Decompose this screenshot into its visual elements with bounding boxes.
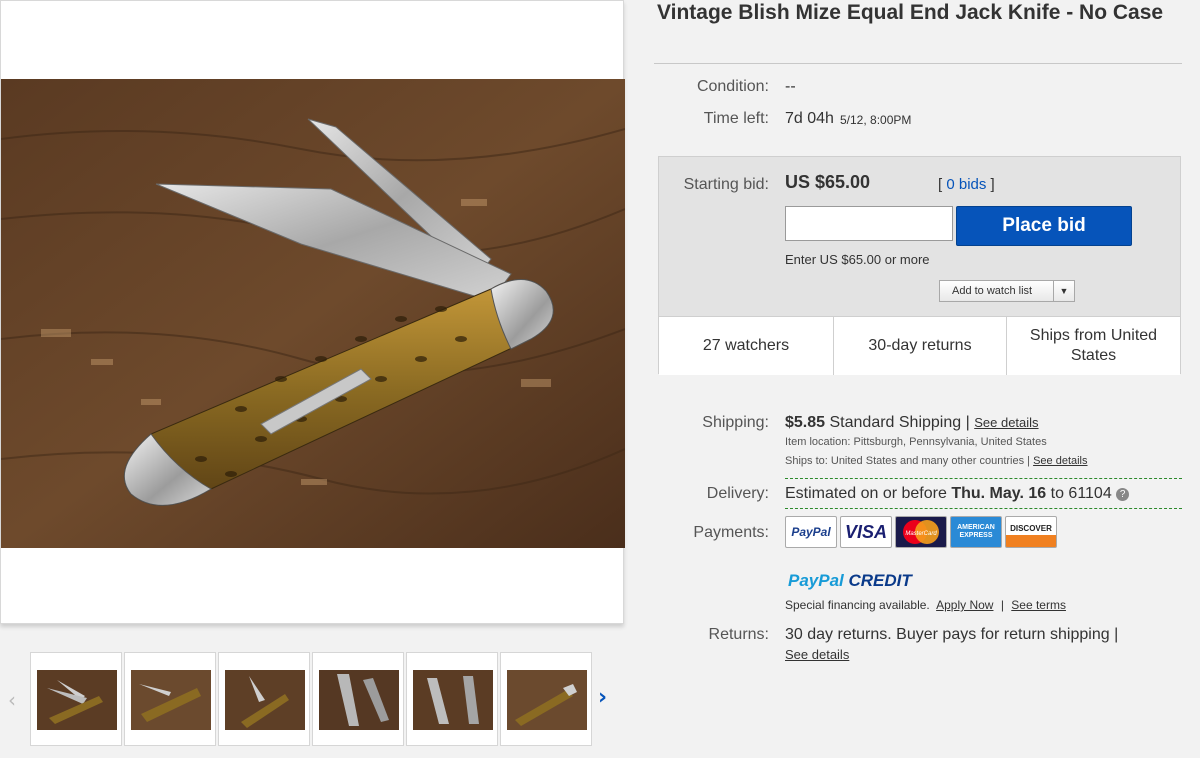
triangle-down-icon[interactable]: ▼	[1053, 281, 1074, 301]
thumbnail-image	[507, 670, 587, 730]
item-location-value: Pittsburgh, Pennsylvania, United States	[853, 436, 1047, 448]
delivery-bottom-rule	[785, 508, 1182, 509]
title-divider	[654, 63, 1182, 64]
visa-logo-text: VISA	[844, 521, 887, 542]
shipping-see-details-link[interactable]: See details	[974, 415, 1038, 430]
watchers-stat: 27 watchers	[659, 317, 834, 375]
returns-see-details-link[interactable]: See details	[785, 647, 849, 662]
delivery-text: Estimated on or before	[785, 485, 947, 502]
returns-text: 30 day returns. Buyer pays for return sh…	[785, 626, 1119, 643]
chevron-right-icon[interactable]: ›	[598, 685, 607, 710]
ships-from-stat: Ships from United States	[1029, 327, 1158, 364]
listing-title: Vintage Blish Mize Equal End Jack Knife …	[657, 1, 1164, 24]
chevron-left-icon[interactable]: ‹	[8, 688, 16, 712]
financing-text: Special financing available.	[785, 598, 930, 612]
starting-bid-label: Starting bid:	[683, 176, 769, 193]
thumbnail-image	[37, 670, 117, 730]
shipping-method: Standard Shipping |	[829, 414, 970, 431]
mastercard-circles: MasterCard	[903, 520, 939, 544]
thumbnail[interactable]	[30, 652, 122, 746]
discover-logo: DISCOVER	[1005, 516, 1057, 548]
discover-logo-text: DISCOVER	[1010, 523, 1052, 533]
delivery-label: Delivery:	[706, 485, 769, 502]
end-time: 5/12, 8:00PM	[840, 113, 912, 127]
shipping-cost: $5.85	[785, 414, 826, 431]
returns-stat: 30-day returns	[834, 317, 1007, 375]
bids-open-bracket: [	[938, 176, 943, 193]
shipping-line: $5.85 Standard Shipping | See details	[785, 414, 1039, 432]
see-terms-link[interactable]: See terms	[1011, 598, 1066, 612]
question-circle-icon[interactable]: ?	[1116, 488, 1130, 501]
shipping-label: Shipping:	[702, 414, 769, 431]
thumbnail[interactable]	[500, 652, 592, 746]
financing-separator: |	[1000, 598, 1004, 612]
bids-link[interactable]: 0 bids	[946, 176, 986, 193]
thumbnail-strip: ‹ ›	[0, 652, 624, 750]
item-location-label: Item location:	[785, 436, 851, 448]
ships-to-value: United States and many other countries |	[830, 455, 1031, 467]
delivery-zip: to 61104	[1050, 485, 1112, 502]
condition-value: --	[785, 78, 796, 95]
apply-now-link[interactable]: Apply Now	[936, 598, 993, 612]
thumbnail[interactable]	[312, 652, 404, 746]
bids-count: [ 0 bids ]	[938, 176, 995, 193]
bids-close-bracket: ]	[990, 176, 995, 193]
visa-logo: VISA	[840, 516, 892, 548]
payments-label: Payments:	[693, 524, 769, 541]
thumbnail-image	[225, 670, 305, 730]
paypal-credit-word: CREDIT	[848, 571, 912, 590]
delivery-top-rule	[785, 478, 1182, 479]
amex-logo-text: AMERICAN EXPRESS	[957, 524, 995, 539]
mastercard-logo: MasterCard	[895, 516, 947, 548]
paypal-credit-logo: PayPal CREDIT	[788, 571, 912, 591]
thumbnail[interactable]	[218, 652, 310, 746]
time-left-value: 7d 04h	[785, 110, 834, 127]
bid-hint: Enter US $65.00 or more	[785, 252, 930, 267]
item-location: Item location: Pittsburgh, Pennsylvania,…	[785, 436, 1047, 448]
bid-panel: Starting bid: US $65.00 [ 0 bids ] Place…	[658, 156, 1181, 375]
ships-to: Ships to: United States and many other c…	[785, 455, 1088, 467]
ships-to-label: Ships to:	[785, 455, 828, 467]
knife-main-image[interactable]	[1, 79, 625, 548]
watch-list-label: Add to watch list	[952, 285, 1033, 297]
main-image-frame[interactable]	[0, 0, 625, 624]
paypal-credit-pay: PayPal	[788, 571, 844, 590]
ships-to-see-details-link[interactable]: See details	[1033, 455, 1087, 467]
time-left-label: Time left:	[703, 110, 769, 127]
thumbnail[interactable]	[124, 652, 216, 746]
amex-logo: AMERICAN EXPRESS	[950, 516, 1002, 548]
paypal-logo-text: PayPal	[791, 525, 831, 539]
thumbnail-image	[413, 670, 493, 730]
add-to-watch-list-button[interactable]: Add to watch list ▼	[939, 280, 1075, 302]
starting-bid-value: US $65.00	[785, 172, 871, 192]
bid-amount-input[interactable]	[785, 206, 953, 241]
mastercard-logo-text: MasterCard	[905, 531, 937, 537]
delivery-line: Estimated on or before Thu. May. 16 to 6…	[785, 485, 1130, 503]
paypal-logo: PayPal	[785, 516, 837, 548]
delivery-date: Thu. May. 16	[951, 485, 1047, 502]
returns-label: Returns:	[708, 626, 769, 643]
financing-line: Special financing available. Apply Now |…	[785, 598, 1066, 612]
thumbnail-image	[319, 670, 399, 730]
condition-label: Condition:	[696, 78, 769, 95]
listing-stats: 27 watchers 30-day returns Ships from Un…	[659, 316, 1180, 375]
place-bid-button[interactable]: Place bid	[956, 206, 1132, 246]
thumbnail-image	[131, 670, 211, 730]
thumbnail[interactable]	[406, 652, 498, 746]
